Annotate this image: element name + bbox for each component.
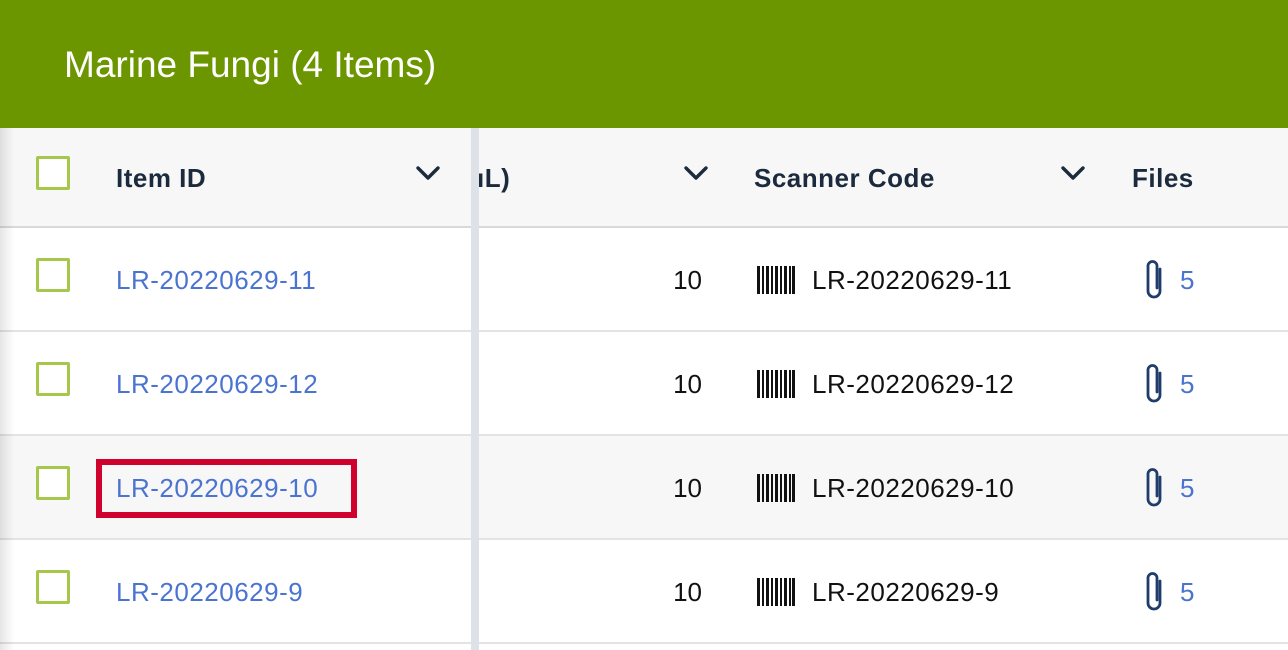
table-row: LR-20220629-12 10 LR-20220629-12 5 <box>0 332 1288 436</box>
barcode-icon <box>757 370 795 398</box>
paperclip-icon[interactable] <box>1142 361 1170 407</box>
file-count-link[interactable]: 5 <box>1180 264 1194 296</box>
column-header-row: Item ID ıL) Scanner Code Files <box>0 128 1288 228</box>
volume-value: 10 <box>673 369 702 399</box>
scanner-code-value: LR-20220629-11 <box>812 265 1013 295</box>
table-header-bar: Marine Fungi (4 Items) <box>0 0 1288 128</box>
pinned-column-divider[interactable] <box>471 128 479 650</box>
paperclip-icon[interactable] <box>1142 465 1170 511</box>
scanner-code-value: LR-20220629-12 <box>812 369 1015 399</box>
chevron-down-icon[interactable] <box>682 162 710 186</box>
page-title: Marine Fungi (4 Items) <box>64 44 437 85</box>
scanner-code-value: LR-20220629-9 <box>812 577 1000 607</box>
item-id-link[interactable]: LR-20220629-10 <box>116 472 318 504</box>
column-header-scanner-code[interactable]: Scanner Code <box>754 162 935 194</box>
row-checkbox[interactable] <box>36 362 70 396</box>
barcode-icon <box>757 266 795 294</box>
barcode-icon <box>757 474 795 502</box>
volume-value: 10 <box>673 577 702 607</box>
paperclip-icon[interactable] <box>1142 569 1170 615</box>
chevron-down-icon[interactable] <box>1059 162 1087 186</box>
barcode-icon <box>757 578 795 606</box>
file-count-link[interactable]: 5 <box>1180 576 1194 608</box>
item-id-link[interactable]: LR-20220629-11 <box>116 264 316 296</box>
row-checkbox[interactable] <box>36 570 70 604</box>
volume-value: 10 <box>673 265 702 295</box>
data-grid: Item ID ıL) Scanner Code Files LR-202206… <box>0 128 1288 650</box>
chevron-down-icon[interactable] <box>414 162 442 186</box>
table-row: LR-20220629-11 10 LR-20220629-11 5 <box>0 228 1288 332</box>
column-header-volume[interactable]: ıL) <box>477 162 510 194</box>
column-header-files[interactable]: Files <box>1132 162 1194 194</box>
row-checkbox[interactable] <box>36 258 70 292</box>
file-count-link[interactable]: 5 <box>1180 472 1194 504</box>
column-header-item-id[interactable]: Item ID <box>116 162 206 194</box>
scanner-code-value: LR-20220629-10 <box>812 473 1015 503</box>
volume-value: 10 <box>673 473 702 503</box>
table-row: LR-20220629-10 10 LR-20220629-10 5 <box>0 436 1288 540</box>
select-all-checkbox[interactable] <box>36 156 70 190</box>
item-id-link[interactable]: LR-20220629-9 <box>116 576 303 608</box>
table-row: LR-20220629-9 10 LR-20220629-9 5 <box>0 540 1288 644</box>
paperclip-icon[interactable] <box>1142 257 1170 303</box>
items-grid-page: Marine Fungi (4 Items) Item ID ıL) Scann… <box>0 0 1288 650</box>
item-id-link[interactable]: LR-20220629-12 <box>116 368 318 400</box>
file-count-link[interactable]: 5 <box>1180 368 1194 400</box>
scroll-shadow <box>0 128 14 650</box>
row-checkbox[interactable] <box>36 466 70 500</box>
